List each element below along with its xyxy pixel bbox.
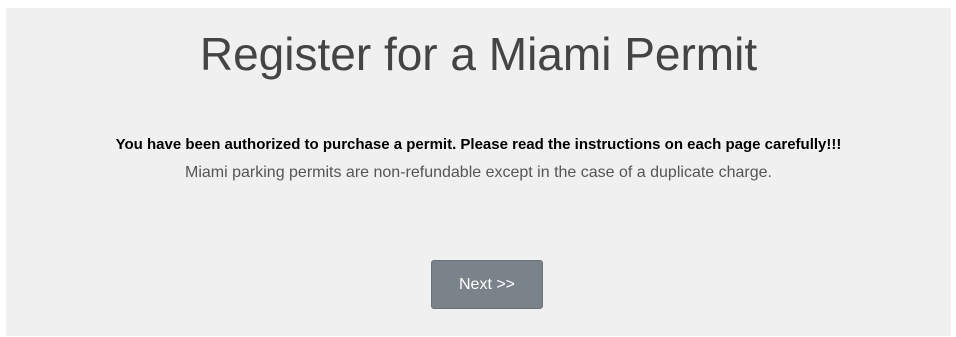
page-title: Register for a Miami Permit xyxy=(199,28,758,80)
registration-panel: Register for a Miami Permit You have bee… xyxy=(6,8,951,336)
refund-policy-notice: Miami parking permits are non-refundable… xyxy=(185,164,772,181)
next-button[interactable]: Next >> xyxy=(431,260,543,309)
authorization-notice: You have been authorized to purchase a p… xyxy=(115,136,842,153)
